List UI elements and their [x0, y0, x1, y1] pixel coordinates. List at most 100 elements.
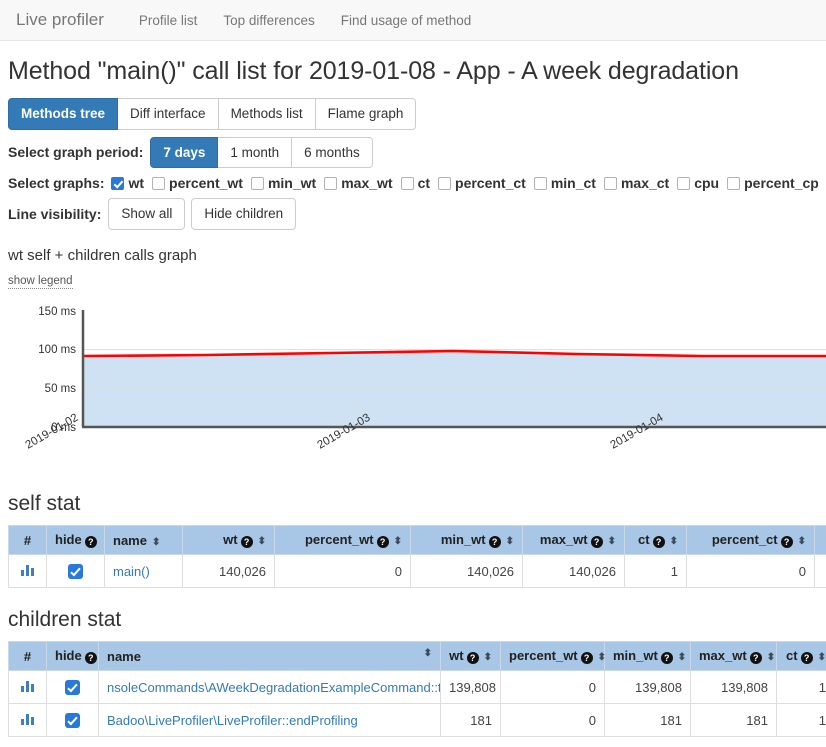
- method-link[interactable]: nsoleCommands\AWeekDegradationExampleCom…: [107, 680, 441, 695]
- th-percent-ct[interactable]: percent_ct?⬍: [687, 526, 815, 555]
- method-link[interactable]: Badoo\LiveProfiler\LiveProfiler::endProf…: [107, 713, 358, 728]
- row-name-cell[interactable]: main(): [105, 555, 183, 588]
- checkbox-icon[interactable]: [534, 177, 547, 190]
- row-name-cell[interactable]: Badoo\LiveProfiler\LiveProfiler::endProf…: [99, 704, 441, 737]
- sort-icon[interactable]: ⬍: [608, 537, 616, 547]
- checkbox-icon[interactable]: [324, 177, 337, 190]
- th-max-wt[interactable]: max_wt?⬍: [523, 526, 625, 555]
- help-icon[interactable]: ?: [591, 536, 603, 548]
- checkbox-icon[interactable]: [401, 177, 414, 190]
- sort-icon[interactable]: ⬍: [678, 653, 686, 663]
- th-name[interactable]: name⬍: [105, 526, 183, 555]
- th-hide[interactable]: hide?: [47, 526, 105, 555]
- tab-flame-graph[interactable]: Flame graph: [315, 98, 417, 130]
- method-link[interactable]: main(): [113, 564, 150, 579]
- table-row[interactable]: Badoo\LiveProfiler\LiveProfiler::endProf…: [9, 704, 826, 737]
- help-icon[interactable]: ?: [377, 536, 389, 548]
- th-percent-wt[interactable]: percent_wt?⬍: [275, 526, 411, 555]
- sort-icon[interactable]: ⬍: [798, 537, 806, 547]
- show-legend-toggle[interactable]: show legend: [8, 275, 73, 290]
- hide-checkbox-icon[interactable]: [65, 680, 80, 695]
- graph-checkbox-min-ct[interactable]: min_ct: [534, 175, 596, 191]
- sort-icon[interactable]: ⬍: [258, 537, 266, 547]
- th-min-ct[interactable]: min_ct?: [815, 526, 826, 555]
- nav-link-top-differences[interactable]: Top differences: [210, 13, 327, 28]
- show-all-button[interactable]: Show all: [108, 198, 185, 230]
- row-hide-cell[interactable]: [47, 555, 105, 588]
- help-icon[interactable]: ?: [653, 536, 665, 548]
- row-chart-cell[interactable]: [9, 671, 47, 704]
- graph-checkbox-max-ct[interactable]: max_ct: [604, 175, 669, 191]
- sort-icon[interactable]: ⬍: [506, 537, 514, 547]
- graph-checkbox-cpu[interactable]: cpu: [677, 175, 719, 191]
- th-index[interactable]: #: [9, 642, 47, 671]
- help-icon[interactable]: ?: [661, 652, 673, 664]
- help-icon[interactable]: ?: [750, 652, 762, 664]
- self-stat-scroller[interactable]: # hide? name⬍ wt?⬍ percent_wt?⬍ min_wt?⬍…: [8, 525, 826, 588]
- tab-methods-tree[interactable]: Methods tree: [8, 98, 118, 130]
- help-icon[interactable]: ?: [85, 536, 97, 548]
- help-icon[interactable]: ?: [801, 652, 813, 664]
- th-index[interactable]: #: [9, 526, 47, 555]
- th-ct[interactable]: ct?⬍: [625, 526, 687, 555]
- sort-icon[interactable]: ⬍: [670, 537, 678, 547]
- graph-checkbox-ct[interactable]: ct: [401, 175, 430, 191]
- row-chart-cell[interactable]: [9, 555, 47, 588]
- sort-icon[interactable]: ⬍: [818, 653, 826, 663]
- checkbox-icon[interactable]: [604, 177, 617, 190]
- table-row[interactable]: nsoleCommands\AWeekDegradationExampleCom…: [9, 671, 826, 704]
- sort-icon[interactable]: ⬍: [767, 653, 775, 663]
- sort-icon[interactable]: ⬍: [394, 537, 402, 547]
- graph-checkbox-max-wt[interactable]: max_wt: [324, 175, 392, 191]
- nav-link-find-usage-of-method[interactable]: Find usage of method: [328, 13, 485, 28]
- checkbox-icon[interactable]: [677, 177, 690, 190]
- chart-svg[interactable]: 150 ms 100 ms 50 ms 0 ms 2019-01-02 2019…: [0, 297, 826, 472]
- checkbox-icon[interactable]: [152, 177, 165, 190]
- th-wt[interactable]: wt?⬍: [441, 642, 501, 671]
- graph-checkbox-percent-ct[interactable]: percent_ct: [438, 175, 526, 191]
- hide-children-button[interactable]: Hide children: [191, 198, 296, 230]
- period-7-days[interactable]: 7 days: [150, 137, 218, 169]
- th-max-wt[interactable]: max_wt?⬍: [691, 642, 777, 671]
- bar-chart-icon[interactable]: [21, 680, 34, 692]
- graph-checkbox-percent-cpu[interactable]: percent_cpu: [727, 175, 818, 191]
- nav-link-profile-list[interactable]: Profile list: [126, 13, 211, 28]
- row-name-cell[interactable]: nsoleCommands\AWeekDegradationExampleCom…: [99, 671, 441, 704]
- th-ct[interactable]: ct?⬍: [777, 642, 826, 671]
- nav-brand-live-profiler[interactable]: Live profiler: [16, 10, 104, 30]
- sort-icon[interactable]: ⬍: [152, 538, 160, 548]
- graph-checkbox-wt[interactable]: wt: [111, 175, 144, 191]
- checkbox-icon[interactable]: [727, 177, 740, 190]
- help-icon[interactable]: ?: [241, 536, 253, 548]
- th-min-wt[interactable]: min_wt?⬍: [411, 526, 523, 555]
- hide-checkbox-icon[interactable]: [65, 713, 80, 728]
- help-icon[interactable]: ?: [581, 652, 593, 664]
- children-stat-scroller[interactable]: # hide? name⬍ wt?⬍ percent_wt?⬍ min_wt?⬍…: [8, 641, 826, 737]
- help-icon[interactable]: ?: [467, 652, 479, 664]
- checkbox-icon[interactable]: [438, 177, 451, 190]
- row-chart-cell[interactable]: [9, 704, 47, 737]
- sort-icon[interactable]: ⬍: [598, 653, 606, 663]
- row-hide-cell[interactable]: [47, 671, 99, 704]
- wt-calls-chart[interactable]: 150 ms 100 ms 50 ms 0 ms 2019-01-02 2019…: [0, 297, 826, 472]
- help-icon[interactable]: ?: [85, 652, 97, 664]
- row-hide-cell[interactable]: [47, 704, 99, 737]
- table-row[interactable]: main() 140,026 0 140,026 140,026 1 0: [9, 555, 826, 588]
- help-icon[interactable]: ?: [781, 536, 793, 548]
- period-6-months[interactable]: 6 months: [291, 137, 373, 169]
- bar-chart-icon[interactable]: [21, 713, 34, 725]
- th-name[interactable]: name⬍: [99, 642, 441, 671]
- checkbox-icon[interactable]: [111, 177, 124, 190]
- help-icon[interactable]: ?: [489, 536, 501, 548]
- graph-checkbox-min-wt[interactable]: min_wt: [251, 175, 316, 191]
- sort-icon[interactable]: ⬍: [484, 653, 492, 663]
- hide-checkbox-icon[interactable]: [68, 564, 83, 579]
- checkbox-icon[interactable]: [251, 177, 264, 190]
- tab-diff-interface[interactable]: Diff interface: [117, 98, 219, 130]
- th-percent-wt[interactable]: percent_wt?⬍: [501, 642, 605, 671]
- tab-methods-list[interactable]: Methods list: [218, 98, 316, 130]
- bar-chart-icon[interactable]: [21, 564, 34, 576]
- sort-icon[interactable]: ⬍: [424, 649, 432, 659]
- th-hide[interactable]: hide?: [47, 642, 99, 671]
- graph-checkbox-percent-wt[interactable]: percent_wt: [152, 175, 243, 191]
